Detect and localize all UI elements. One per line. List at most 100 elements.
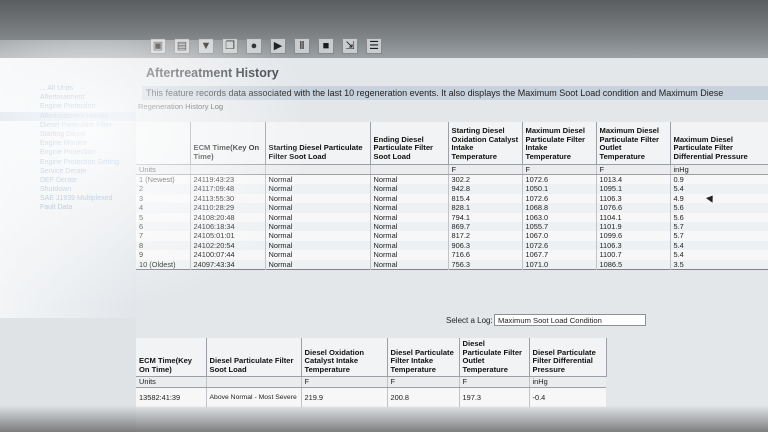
report-icon[interactable]: ☰ xyxy=(366,38,382,54)
table-row[interactable]: 3 24113:55:30 Normal Normal 815.4 1072.6 1106.… xyxy=(136,193,768,204)
cell: 817.2 xyxy=(448,231,523,241)
cell: 1071.0 xyxy=(522,259,597,270)
record-icon[interactable]: ● xyxy=(246,38,262,54)
cell: Normal xyxy=(265,174,371,185)
row-index: 10 (Oldest) xyxy=(136,259,191,270)
cell: 869.7 xyxy=(448,221,523,232)
save-icon[interactable]: ▣ xyxy=(150,38,166,54)
cell: 24100:07:44 xyxy=(190,250,266,260)
col-header[interactable]: Diesel Particulate Filter Differential P… xyxy=(529,338,607,377)
cell: 24110:28:29 xyxy=(190,203,266,213)
col-header[interactable]: Maximum Diesel Particulate Filter Differ… xyxy=(670,122,768,164)
copy-icon[interactable]: ❐ xyxy=(222,38,238,54)
cell: 1106.3 xyxy=(596,240,671,251)
cell: 1063.0 xyxy=(522,212,597,222)
page-description: This feature records data associated wit… xyxy=(142,86,768,100)
cell: Normal xyxy=(370,240,449,251)
col-header[interactable]: Diesel Particulate Filter Intake Tempera… xyxy=(387,338,460,377)
col-header[interactable]: Maximum Diesel Particulate Filter Intake… xyxy=(522,122,597,164)
cell: Normal xyxy=(370,203,449,213)
regeneration-history-table: ECM Time(Key On Time) Starting Diesel Pa… xyxy=(136,122,768,270)
cell: Normal xyxy=(370,193,449,204)
play-icon[interactable]: ▶ xyxy=(270,38,286,54)
cell: Above Normal - Most Severe xyxy=(206,387,302,408)
unit-cell: inHg xyxy=(529,376,606,388)
unit-cell: F xyxy=(301,376,388,388)
cell: Normal xyxy=(265,193,371,204)
sidebar-item[interactable]: Engine Protection xyxy=(0,102,136,111)
table-row[interactable]: 1 (Newest) 24119:43:23 Normal Normal 302.2 10… xyxy=(136,174,768,185)
unit-cell xyxy=(206,376,302,388)
cell: 5.4 xyxy=(670,250,768,260)
table-row[interactable]: 6 24106:18:34 Normal Normal 869.7 1055.7 1101.… xyxy=(136,221,768,232)
export-icon[interactable]: ⇲ xyxy=(342,38,358,54)
table-row[interactable]: 2 24117:09:48 Normal Normal 942.8 1050.1 1095.… xyxy=(136,184,768,194)
cell: 4.9 xyxy=(670,193,768,204)
filter-icon[interactable]: ▼ xyxy=(198,38,214,54)
col-header[interactable]: ECM Time(Key On Time) xyxy=(136,338,207,377)
table-row[interactable]: 8 24102:20:54 Normal Normal 906.3 1072.6 1106.… xyxy=(136,240,768,251)
unit-cell xyxy=(370,163,449,175)
unit-cell: F xyxy=(596,163,671,175)
unit-cell: F xyxy=(387,376,460,388)
app-window: ▣ ▤ ▼ ❐ ● ▶ Ⅱ ■ ⇲ ☰ ... All Units Aftert… xyxy=(0,0,768,432)
col-header[interactable]: Diesel Particulate Filter Soot Load xyxy=(206,338,302,377)
stop-icon[interactable]: ■ xyxy=(318,38,334,54)
sidebar: ... All Units Aftertreatment Engine Prot… xyxy=(0,58,137,318)
cell: 1106.3 xyxy=(596,193,671,204)
sidebar-item[interactable]: ... All Units xyxy=(0,84,136,93)
table-row[interactable]: 9 24100:07:44 Normal Normal 716.6 1067.7 1100.… xyxy=(136,250,768,260)
table-row[interactable]: 10 (Oldest) 24097:43:34 Normal Normal 756.3 1… xyxy=(136,259,768,270)
cell: 3.5 xyxy=(670,259,768,270)
cell: 24097:43:34 xyxy=(190,259,266,270)
sidebar-item[interactable]: Fault Data xyxy=(0,203,136,212)
cell: 200.8 xyxy=(387,387,460,408)
cell: 1086.5 xyxy=(596,259,671,270)
table-row[interactable]: 13582:41:39 Above Normal - Most Severe 2… xyxy=(136,387,606,408)
cell: 1067.7 xyxy=(522,250,597,260)
pause-icon[interactable]: Ⅱ xyxy=(294,38,310,54)
sidebar-item[interactable]: Aftertreatment xyxy=(0,93,136,102)
sidebar-item[interactable]: DEF Derate xyxy=(0,176,136,185)
col-header[interactable]: Ending Diesel Particulate Filter Soot Lo… xyxy=(370,122,449,164)
unit-cell: inHg xyxy=(670,163,768,175)
cell: Normal xyxy=(370,212,449,222)
table-row[interactable]: 5 24108:20:48 Normal Normal 794.1 1063.0 1104.… xyxy=(136,212,768,222)
unit-cell: F xyxy=(459,376,530,388)
sidebar-item[interactable]: Engine Protection Setting xyxy=(0,158,136,167)
sidebar-item[interactable]: Shutdown xyxy=(0,185,136,194)
row-index: 3 xyxy=(136,193,191,204)
col-header[interactable]: Diesel Oxidation Catalyst Intake Tempera… xyxy=(301,338,388,377)
col-header[interactable]: Starting Diesel Oxidation Catalyst Intak… xyxy=(448,122,523,164)
cell: 5.7 xyxy=(670,221,768,232)
cell: -0.4 xyxy=(529,387,606,408)
col-header[interactable]: Diesel Particulate Filter Outlet Tempera… xyxy=(459,338,530,377)
table-row[interactable]: 7 24105:01:01 Normal Normal 817.2 1067.0 1099.… xyxy=(136,231,768,241)
cell: Normal xyxy=(370,259,449,270)
cell: 5.4 xyxy=(670,184,768,194)
print-icon[interactable]: ▤ xyxy=(174,38,190,54)
table-row[interactable]: 4 24110:28:29 Normal Normal 828.1 1068.8 1076.… xyxy=(136,203,768,213)
log-select-dropdown[interactable]: Maximum Soot Load Condition xyxy=(494,314,646,326)
units-label: Units xyxy=(136,163,191,175)
col-header[interactable]: Starting Diesel Particulate Filter Soot … xyxy=(265,122,371,164)
cell: 24106:18:34 xyxy=(190,221,266,232)
cell: Normal xyxy=(370,231,449,241)
col-header[interactable]: Maximum Diesel Particulate Filter Outlet… xyxy=(596,122,671,164)
cell: 1072.6 xyxy=(522,174,597,185)
sidebar-item[interactable]: Starting Diesel xyxy=(0,130,136,139)
cell: 1068.8 xyxy=(522,203,597,213)
sidebar-item[interactable]: Engine Protection xyxy=(0,148,136,157)
cell: Normal xyxy=(265,250,371,260)
sidebar-item[interactable]: Engine Monitor xyxy=(0,139,136,148)
sidebar-item[interactable]: SAE J1939 Multiplexed xyxy=(0,194,136,203)
row-index: 8 xyxy=(136,240,191,251)
max-soot-load-table: ECM Time(Key On Time) Diesel Particulate… xyxy=(136,338,607,408)
toolbar-icons: ▣ ▤ ▼ ❐ ● ▶ Ⅱ ■ ⇲ ☰ xyxy=(150,38,382,54)
sidebar-item[interactable]: Service Derate xyxy=(0,167,136,176)
sidebar-item-aftertreatment-history[interactable]: Aftertreatment History xyxy=(0,111,136,121)
sidebar-item[interactable]: Diesel Particulate Filter xyxy=(0,121,136,130)
col-header[interactable]: ECM Time(Key On Time) xyxy=(190,122,266,164)
unit-cell: F xyxy=(522,163,597,175)
units-label: Units xyxy=(136,376,207,388)
